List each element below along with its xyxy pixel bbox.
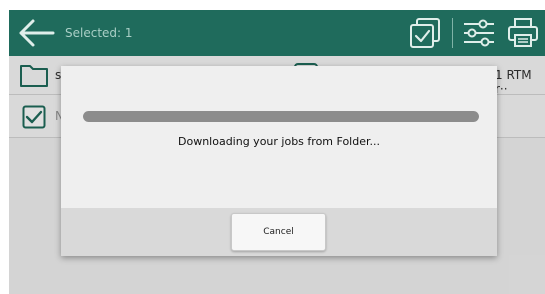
selection-count: Selected: 1 — [65, 26, 133, 40]
select-all-button[interactable] — [407, 16, 443, 50]
dialog-footer: Cancel — [61, 208, 497, 256]
progress-bar — [83, 111, 479, 122]
printer-icon — [508, 18, 538, 47]
progress-bar-fill — [83, 111, 479, 122]
filter-button[interactable] — [461, 16, 497, 50]
back-arrow-icon — [19, 19, 55, 47]
cancel-button[interactable]: Cancel — [231, 213, 326, 251]
download-progress-dialog: Downloading your jobs from Folder... Can… — [61, 66, 497, 256]
toolbar-divider — [452, 18, 453, 48]
dialog-message: Downloading your jobs from Folder... — [178, 135, 380, 148]
sliders-filter-icon — [464, 19, 494, 47]
select-all-icon — [410, 18, 440, 48]
top-bar: Selected: 1 — [9, 10, 545, 56]
back-button[interactable] — [15, 18, 57, 48]
print-button[interactable] — [505, 16, 541, 50]
app-screen: Selected: 1 s 1 RTM r·· N Downloading yo… — [9, 10, 545, 294]
